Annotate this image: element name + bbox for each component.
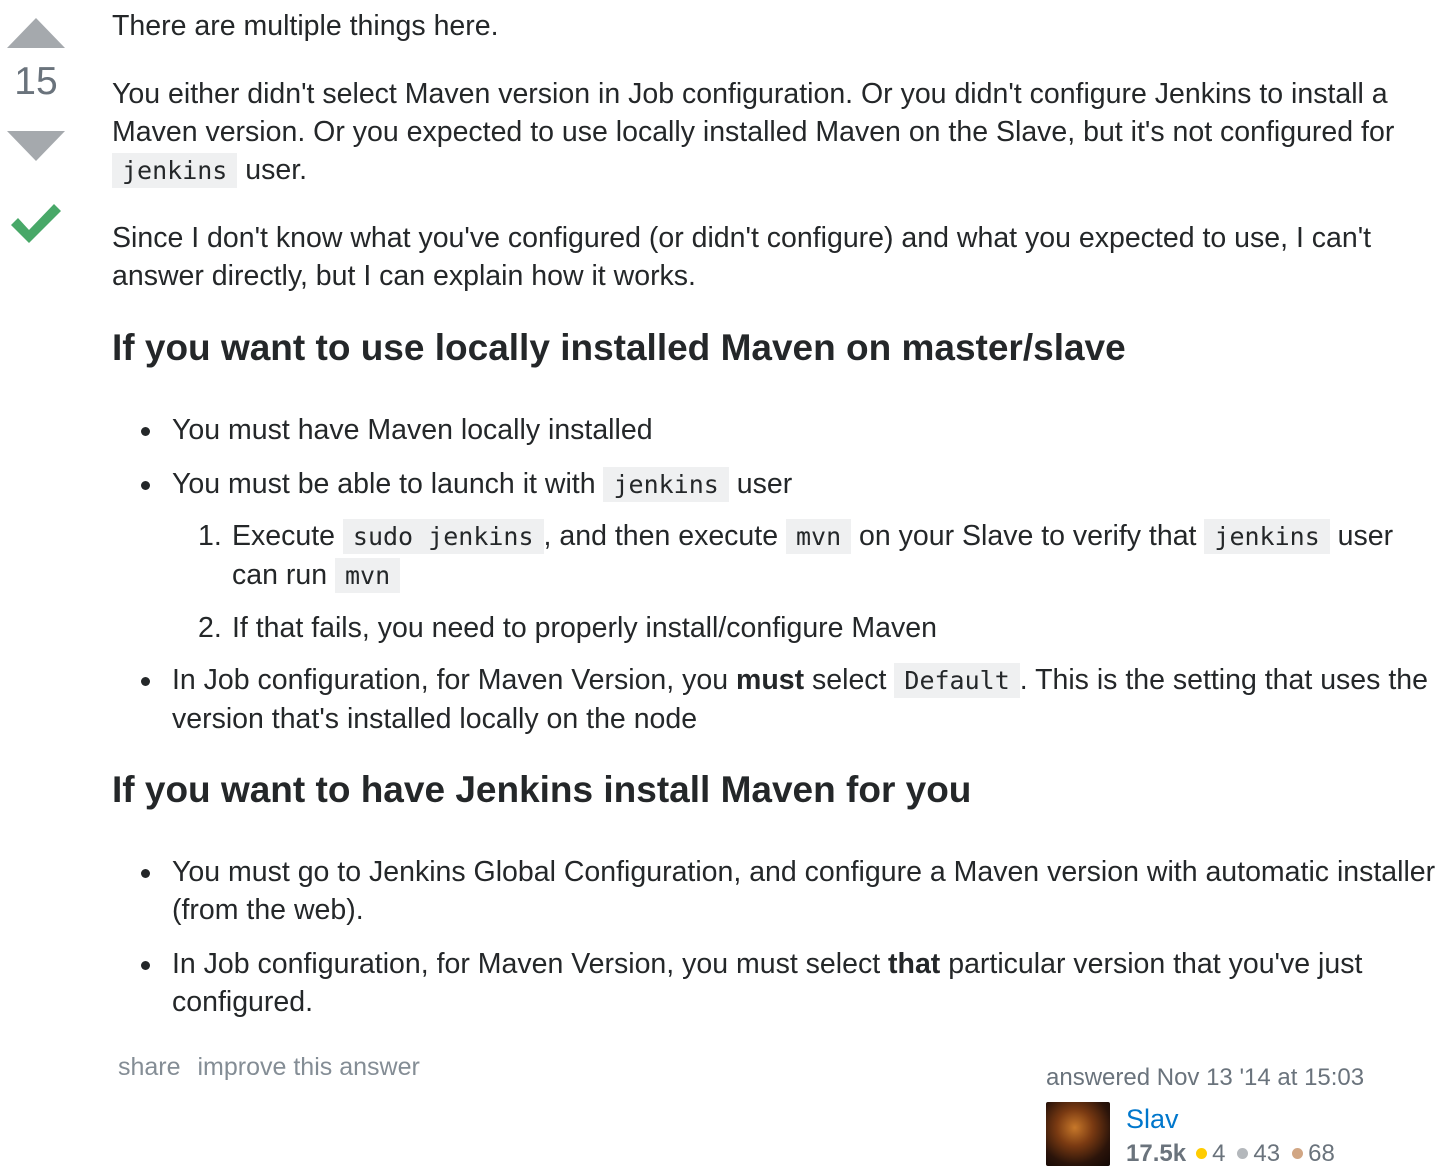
inline-code: mvn: [334, 558, 401, 593]
text: You must be able to launch it with: [172, 468, 604, 500]
avatar[interactable]: [1046, 1102, 1110, 1166]
ordered-list-item: 1. Execute sudo jenkins, and then execute…: [198, 517, 1402, 595]
silver-badge-icon: [1237, 1148, 1249, 1160]
bronze-badge-count: 68: [1308, 1140, 1335, 1167]
gold-badge-icon: [1196, 1148, 1208, 1160]
list-item: You must go to Jenkins Global Configurat…: [141, 853, 1442, 929]
bold-text: that: [888, 948, 941, 980]
inline-code: mvn: [785, 519, 852, 554]
post-menu: share improve this answer: [118, 1053, 430, 1082]
accepted-checkmark-icon: [11, 204, 61, 243]
list-number: 2.: [198, 612, 222, 644]
share-link[interactable]: share: [118, 1053, 181, 1081]
text: select: [804, 664, 895, 696]
heading-jenkins-install: If you want to have Jenkins install Mave…: [112, 769, 972, 810]
gold-badge-count: 4: [1212, 1140, 1226, 1167]
list-item: You must have Maven locally installed: [141, 411, 1442, 449]
answered-timestamp: answered Nov 13 '14 at 15:03: [1046, 1064, 1365, 1091]
text: on your Slave to verify that: [851, 520, 1205, 552]
heading-local-maven: If you want to use locally installed Mav…: [112, 327, 1126, 368]
inline-code: jenkins: [603, 467, 729, 502]
text: Execute: [232, 520, 343, 552]
paragraph-intro: There are multiple things here.: [112, 10, 499, 42]
paragraph-explain: Since I don't know what you've configure…: [112, 222, 1372, 292]
text: You must have Maven locally installed: [172, 414, 653, 446]
bronze-badge-icon: [1292, 1148, 1304, 1160]
paragraph-causes: You either didn't select Maven version i…: [112, 75, 1442, 190]
list-item: You must be able to launch it with jenki…: [141, 465, 1442, 504]
improve-answer-link[interactable]: improve this answer: [198, 1053, 420, 1081]
text: In Job configuration, for Maven Version,…: [172, 948, 889, 980]
text: You must go to Jenkins Global Configurat…: [172, 856, 1436, 926]
inline-code: Default: [894, 663, 1020, 698]
text: You either didn't select Maven version i…: [112, 78, 1395, 148]
vote-count: 15: [14, 60, 58, 103]
inline-code: sudo jenkins: [342, 519, 544, 554]
list-item: In Job configuration, for Maven Version,…: [141, 945, 1442, 1021]
list-item: In Job configuration, for Maven Version,…: [141, 661, 1442, 738]
downvote-arrow-icon[interactable]: [7, 131, 65, 161]
user-card: answered Nov 13 '14 at 15:03 Slav 17.5k 4…: [1046, 1062, 1446, 1167]
user-name-link[interactable]: Slav: [1126, 1104, 1179, 1135]
text: user.: [237, 154, 308, 186]
inline-code: jenkins: [112, 153, 238, 188]
user-reputation: 17.5k 4 43 68: [1126, 1140, 1347, 1168]
list-number: 1.: [198, 520, 222, 552]
bold-text: must: [736, 664, 805, 696]
text: user: [728, 468, 793, 500]
silver-badge-count: 43: [1253, 1140, 1281, 1167]
vote-column: 15: [0, 0, 72, 247]
upvote-arrow-icon[interactable]: [7, 18, 65, 48]
text: In Job configuration, for Maven Version,…: [172, 664, 736, 696]
ordered-list-item: 2. If that fails, you need to properly in…: [198, 609, 1402, 647]
text: If that fails, you need to properly inst…: [232, 612, 937, 644]
text: , and then execute: [543, 520, 786, 552]
inline-code: jenkins: [1204, 519, 1330, 554]
reputation-score: 17.5k: [1126, 1140, 1187, 1167]
